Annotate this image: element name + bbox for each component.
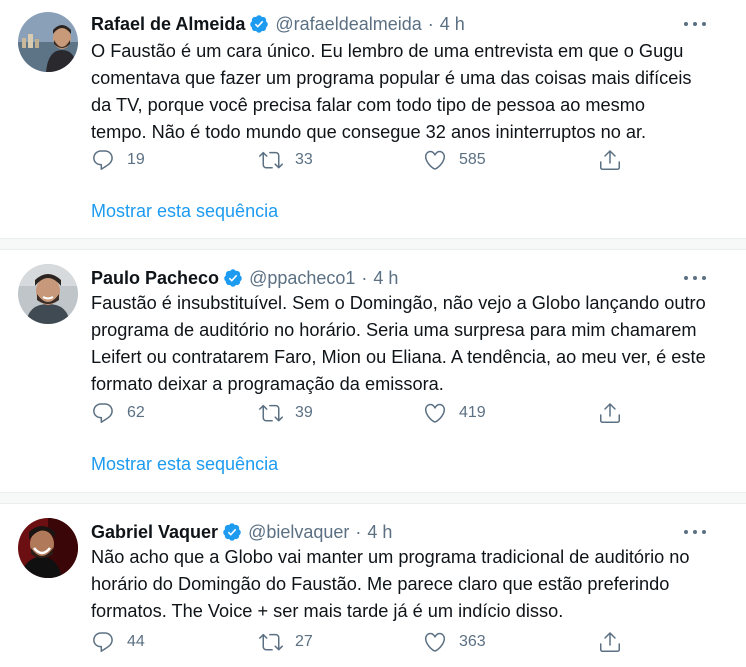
more-icon[interactable] [684, 268, 706, 288]
share-button[interactable] [598, 401, 622, 425]
retweet-button[interactable]: 27 [259, 630, 313, 654]
like-button[interactable]: 419 [423, 401, 486, 425]
reply-button[interactable]: 44 [91, 630, 145, 654]
separator-dot: · [355, 521, 362, 542]
tweet-header: Paulo Pacheco @ppacheco1 · 4 h [91, 266, 726, 290]
retweet-icon [259, 633, 283, 651]
tweet-actions: 44 27 363 [91, 630, 631, 654]
tweet-actions: 62 39 419 [91, 401, 631, 425]
tweet-text-line: da TV, porque você precisa falar com tod… [91, 95, 646, 115]
timestamp[interactable]: 4 h [440, 14, 465, 35]
like-count: 363 [459, 633, 486, 650]
separator-dot: · [361, 267, 368, 288]
like-icon [424, 403, 446, 423]
divider [0, 238, 746, 250]
retweet-icon [259, 151, 283, 169]
tweet-text-line: formato deixar a programação da emissora… [91, 374, 444, 394]
tweet-actions: 19 33 585 [91, 148, 631, 172]
more-icon[interactable] [684, 14, 706, 34]
tweet[interactable]: Paulo Pacheco @ppacheco1 · 4 h Faustão é… [0, 250, 746, 492]
tweet-header: Rafael de Almeida @rafaeldealmeida · 4 h [91, 12, 726, 36]
reply-icon [93, 403, 113, 423]
divider [0, 492, 746, 504]
author-handle[interactable]: @rafaeldealmeida [275, 14, 421, 35]
author-handle[interactable]: @ppacheco1 [249, 268, 355, 289]
avatar[interactable] [18, 12, 78, 72]
retweet-icon [259, 404, 283, 422]
more-icon[interactable] [684, 522, 706, 542]
author-handle[interactable]: @bielvaquer [248, 522, 349, 543]
tweet-text: Não acho que a Globo vai manter um progr… [91, 544, 731, 625]
reply-icon [93, 150, 113, 170]
tweet[interactable]: Rafael de Almeida @rafaeldealmeida · 4 h… [0, 0, 746, 238]
share-icon [600, 150, 620, 170]
like-icon [424, 632, 446, 652]
verified-badge-icon [250, 15, 269, 33]
reply-button[interactable]: 62 [91, 401, 145, 425]
retweet-button[interactable]: 39 [259, 401, 313, 425]
show-thread-link[interactable]: Mostrar esta sequência [91, 201, 278, 222]
share-icon [600, 403, 620, 423]
tweet-text: Faustão é insubstituível. Sem o Domingão… [91, 290, 731, 398]
avatar[interactable] [18, 518, 78, 578]
avatar[interactable] [18, 264, 78, 324]
share-button[interactable] [598, 148, 622, 172]
retweet-count: 39 [295, 404, 313, 421]
retweet-button[interactable]: 33 [259, 148, 313, 172]
reply-icon [93, 632, 113, 652]
tweet-text-line: comentava que fazer um programa popular … [91, 68, 692, 88]
tweet[interactable]: Gabriel Vaquer @bielvaquer · 4 h Não ach… [0, 504, 746, 667]
tweet-text-line: O Faustão é um cara único. Eu lembro de … [91, 41, 684, 61]
timestamp[interactable]: 4 h [373, 268, 398, 289]
like-count: 585 [459, 151, 486, 168]
verified-badge-icon [224, 269, 242, 287]
author-name[interactable]: Rafael de Almeida [91, 14, 245, 35]
tweet-text-line: Leifert ou contratarem Faro, Mion ou Eli… [91, 347, 706, 367]
tweet-header: Gabriel Vaquer @bielvaquer · 4 h [91, 520, 726, 544]
reply-count: 62 [127, 404, 145, 421]
tweet-text: O Faustão é um cara único. Eu lembro de … [91, 38, 731, 146]
author-name[interactable]: Paulo Pacheco [91, 268, 219, 289]
author-name[interactable]: Gabriel Vaquer [91, 522, 218, 543]
verified-badge-icon [223, 523, 241, 541]
share-button[interactable] [598, 630, 622, 654]
retweet-count: 27 [295, 633, 313, 650]
like-count: 419 [459, 404, 486, 421]
tweet-text-line: Faustão é insubstituível. Sem o Domingão… [91, 293, 706, 313]
timestamp[interactable]: 4 h [367, 522, 392, 543]
share-icon [600, 632, 620, 652]
like-icon [424, 150, 446, 170]
tweet-text-line: formatos. The Voice + ser mais tarde já … [91, 601, 564, 621]
like-button[interactable]: 585 [423, 148, 486, 172]
tweet-text-line: horário do Domingão do Faustão. Me parec… [91, 574, 670, 594]
show-thread-link[interactable]: Mostrar esta sequência [91, 454, 278, 475]
tweet-text-line: Não acho que a Globo vai manter um progr… [91, 547, 690, 567]
tweet-text-line: programa de auditório no horário. Seria … [91, 320, 697, 340]
reply-count: 44 [127, 633, 145, 650]
retweet-count: 33 [295, 151, 313, 168]
separator-dot: · [427, 13, 434, 34]
reply-button[interactable]: 19 [91, 148, 145, 172]
tweet-text-line: tempo. Não é todo mundo que consegue 32 … [91, 122, 647, 142]
like-button[interactable]: 363 [423, 630, 486, 654]
reply-count: 19 [127, 151, 145, 168]
